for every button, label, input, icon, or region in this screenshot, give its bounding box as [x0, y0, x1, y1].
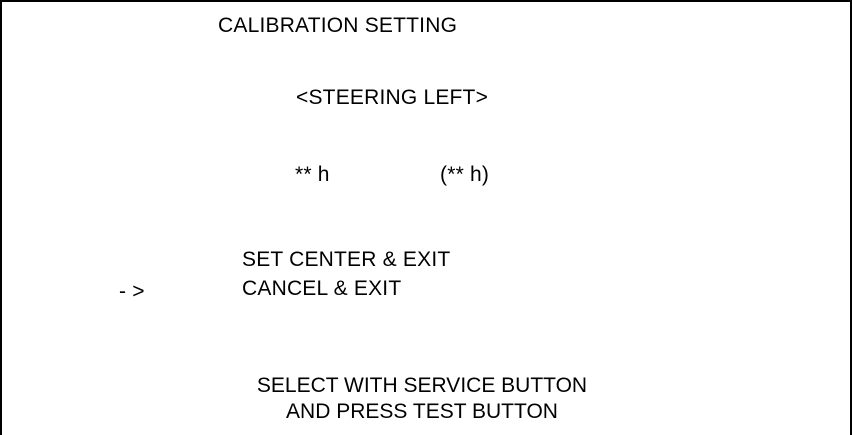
instruction-line-1: SELECT WITH SERVICE BUTTON: [256, 374, 588, 397]
previous-value: (** h): [440, 163, 490, 186]
page-title: CALIBRATION SETTING: [218, 14, 458, 37]
menu-item-set-center-exit[interactable]: SET CENTER & EXIT: [242, 248, 450, 272]
current-value: ** h: [295, 163, 330, 186]
instruction-line-2: AND PRESS TEST BUTTON: [286, 400, 558, 423]
calibration-subtitle: <STEERING LEFT>: [296, 86, 489, 109]
menu-item-cancel-exit[interactable]: CANCEL & EXIT: [242, 277, 401, 301]
screen-frame: [0, 0, 852, 435]
selection-cursor-icon: - >: [119, 280, 145, 303]
